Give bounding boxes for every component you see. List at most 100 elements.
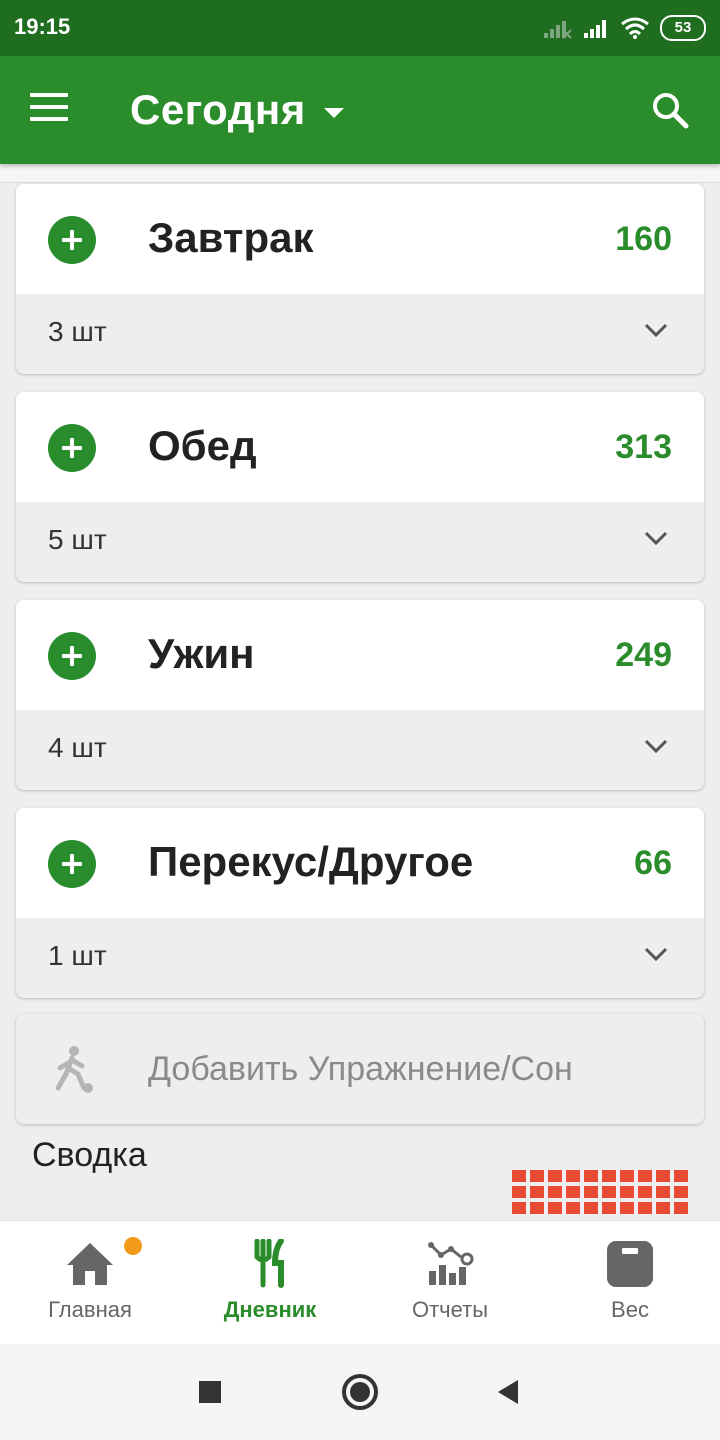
summary-cell xyxy=(674,1202,688,1214)
meal-card-lunch[interactable]: Обед 313 5 шт xyxy=(16,392,704,582)
item-count: 1 шт xyxy=(48,940,107,971)
meal-card-footer[interactable]: 3 шт xyxy=(16,294,704,374)
summary-cell xyxy=(674,1170,688,1182)
home-icon xyxy=(67,1243,113,1285)
meal-card-breakfast[interactable]: Завтрак 160 3 шт xyxy=(16,184,704,374)
summary-cell xyxy=(620,1170,634,1182)
meal-card-header[interactable]: Обед 313 xyxy=(16,392,704,502)
meal-name: Ужин xyxy=(148,630,255,677)
summary-cell xyxy=(602,1186,616,1198)
add-exercise-label: Добавить Упражнение/Сон xyxy=(148,1050,573,1088)
meal-calories: 313 xyxy=(615,428,672,466)
running-person-icon xyxy=(55,1046,93,1093)
nav-item-reports[interactable]: Отчеты xyxy=(360,1221,540,1345)
add-food-button[interactable] xyxy=(48,216,96,264)
summary-cell xyxy=(530,1170,544,1182)
summary-cell xyxy=(548,1202,562,1214)
meal-calories: 66 xyxy=(634,844,672,882)
meal-card-header[interactable]: Завтрак 160 xyxy=(16,184,704,294)
diary-content[interactable]: Завтрак 160 3 шт Обед 313 5 шт Ужин 249 xyxy=(0,164,720,1220)
back-icon[interactable] xyxy=(486,1370,530,1414)
chevron-down-icon[interactable] xyxy=(638,936,674,972)
nav-label: Отчеты xyxy=(411,1297,489,1322)
item-count: 4 шт xyxy=(48,732,107,763)
wifi-icon xyxy=(621,17,649,39)
summary-cell xyxy=(530,1186,544,1198)
summary-cell xyxy=(584,1202,598,1214)
summary-cell xyxy=(512,1170,526,1182)
meal-card-snack[interactable]: Перекус/Другое 66 1 шт xyxy=(16,808,704,998)
summary-heading: Сводка xyxy=(32,1136,147,1174)
search-icon xyxy=(653,93,689,129)
summary-cell xyxy=(584,1186,598,1198)
add-food-button[interactable] xyxy=(48,424,96,472)
meal-card-dinner[interactable]: Ужин 249 4 шт xyxy=(16,600,704,790)
add-exercise-button[interactable]: Добавить Упражнение/Сон xyxy=(16,1014,704,1124)
battery-icon: 53 xyxy=(660,15,706,41)
meal-calories: 160 xyxy=(615,220,672,258)
bottom-navigation: Главная Дневник Отчеты Вес xyxy=(0,1220,720,1345)
summary-cell xyxy=(656,1186,670,1198)
summary-cell xyxy=(566,1202,580,1214)
menu-icon-line xyxy=(30,105,68,109)
summary-cell xyxy=(638,1186,652,1198)
summary-cell xyxy=(656,1202,670,1214)
summary-cell xyxy=(602,1202,616,1214)
meal-card-footer[interactable]: 4 шт xyxy=(16,710,704,790)
menu-icon xyxy=(30,93,68,97)
status-icons: 53 xyxy=(542,12,706,44)
signal-off-icon xyxy=(544,21,572,39)
item-count: 3 шт xyxy=(48,316,107,347)
nav-label: Дневник xyxy=(223,1297,317,1322)
meal-name: Перекус/Другое xyxy=(148,838,474,885)
summary-cell xyxy=(566,1170,580,1182)
recent-apps-icon[interactable] xyxy=(188,1370,232,1414)
summary-cell xyxy=(584,1170,598,1182)
date-selector[interactable]: Сегодня xyxy=(130,86,344,134)
chevron-down-icon[interactable] xyxy=(638,312,674,348)
nav-item-home[interactable]: Главная xyxy=(0,1221,180,1345)
meal-name: Завтрак xyxy=(148,214,314,261)
status-bar: 19:15 53 xyxy=(0,0,720,56)
status-time: 19:15 xyxy=(14,14,71,39)
meal-card-footer[interactable]: 5 шт xyxy=(16,502,704,582)
summary-cell xyxy=(530,1202,544,1214)
home-circle-icon[interactable] xyxy=(338,1370,382,1414)
system-navigation-bar xyxy=(0,1344,720,1440)
summary-cell xyxy=(620,1186,634,1198)
item-count: 5 шт xyxy=(48,524,107,555)
chevron-down-icon[interactable] xyxy=(638,520,674,556)
nav-item-weight[interactable]: Вес xyxy=(540,1221,720,1345)
nav-label: Главная xyxy=(48,1297,132,1322)
nav-item-diary[interactable]: Дневник xyxy=(180,1221,360,1345)
meal-name: Обед xyxy=(148,422,257,469)
add-food-button[interactable] xyxy=(48,632,96,680)
scrolled-header-strip xyxy=(0,164,720,183)
summary-cell xyxy=(566,1186,580,1198)
add-food-button[interactable] xyxy=(48,840,96,888)
menu-button[interactable] xyxy=(30,88,78,132)
page-title: Сегодня xyxy=(130,86,306,133)
menu-icon-line xyxy=(30,117,68,121)
chevron-down-icon[interactable] xyxy=(638,728,674,764)
meal-card-footer[interactable]: 1 шт xyxy=(16,918,704,998)
summary-cell xyxy=(620,1202,634,1214)
summary-cell xyxy=(638,1202,652,1214)
chart-icon xyxy=(428,1242,474,1285)
summary-cell xyxy=(602,1170,616,1182)
meal-card-header[interactable]: Ужин 249 xyxy=(16,600,704,710)
nav-label: Вес xyxy=(611,1297,649,1322)
signal-icon xyxy=(584,20,606,38)
meal-calories: 249 xyxy=(615,636,672,674)
summary-cell xyxy=(674,1186,688,1198)
summary-cell xyxy=(638,1170,652,1182)
summary-cell xyxy=(656,1170,670,1182)
dropdown-caret-icon xyxy=(323,108,344,118)
meal-card-header[interactable]: Перекус/Другое 66 xyxy=(16,808,704,918)
summary-cell xyxy=(548,1186,562,1198)
app-bar: Сегодня xyxy=(0,56,720,164)
scale-icon xyxy=(607,1241,653,1287)
summary-graphic xyxy=(512,1170,692,1214)
summary-cell xyxy=(512,1186,526,1198)
search-button[interactable] xyxy=(650,90,690,130)
